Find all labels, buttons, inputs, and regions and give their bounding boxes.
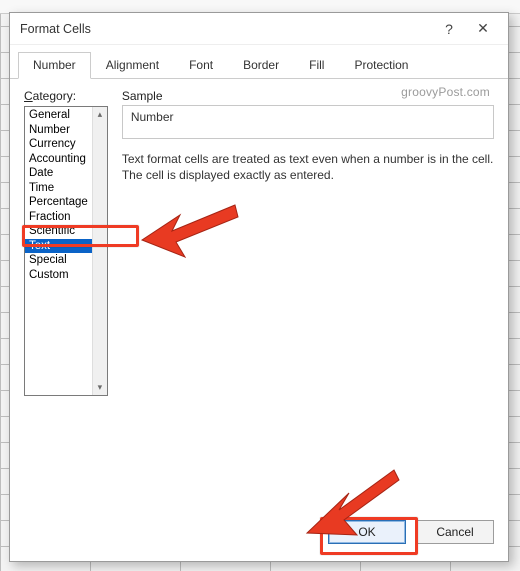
category-item[interactable]: Custom: [25, 268, 92, 283]
button-label: OK: [358, 525, 375, 539]
sample-value: Number: [131, 110, 174, 124]
tab-border[interactable]: Border: [228, 52, 294, 79]
tab-number[interactable]: Number: [18, 52, 91, 79]
sample-box: Number: [122, 105, 494, 139]
dialog-footer: OK Cancel: [10, 513, 508, 561]
scroll-up-icon: ▴: [98, 107, 103, 122]
button-label: Cancel: [436, 525, 473, 539]
dialog-body: Category: GeneralNumberCurrencyAccountin…: [10, 79, 508, 513]
category-item[interactable]: Accounting: [25, 152, 92, 167]
tab-label: Protection: [354, 58, 408, 72]
cancel-button[interactable]: Cancel: [416, 520, 494, 544]
category-column: Category: GeneralNumberCurrencyAccountin…: [24, 89, 108, 503]
ok-button[interactable]: OK: [328, 520, 406, 544]
category-item[interactable]: Text: [25, 239, 92, 254]
category-items: GeneralNumberCurrencyAccountingDateTimeP…: [25, 107, 92, 395]
format-cells-dialog: Format Cells ? ✕ Number Alignment Font B…: [9, 12, 509, 562]
tab-protection[interactable]: Protection: [339, 52, 423, 79]
category-label: Category:: [24, 89, 108, 103]
listbox-scrollbar[interactable]: ▴ ▾: [92, 107, 107, 395]
dialog-title: Format Cells: [20, 22, 91, 36]
close-icon: ✕: [477, 20, 489, 37]
close-button[interactable]: ✕: [466, 15, 500, 43]
tab-fill[interactable]: Fill: [294, 52, 339, 79]
tab-label: Alignment: [106, 58, 159, 72]
category-item[interactable]: Special: [25, 253, 92, 268]
format-description: Text format cells are treated as text ev…: [122, 151, 494, 183]
help-icon: ?: [445, 21, 453, 37]
category-item[interactable]: General: [25, 108, 92, 123]
category-item[interactable]: Currency: [25, 137, 92, 152]
tabs: Number Alignment Font Border Fill Protec…: [10, 45, 508, 79]
tab-font[interactable]: Font: [174, 52, 228, 79]
tab-label: Number: [33, 58, 76, 72]
help-button[interactable]: ?: [432, 15, 466, 43]
tab-label: Font: [189, 58, 213, 72]
scroll-down-icon: ▾: [98, 380, 103, 395]
tab-label: Border: [243, 58, 279, 72]
category-item[interactable]: Number: [25, 123, 92, 138]
tab-alignment[interactable]: Alignment: [91, 52, 174, 79]
category-listbox[interactable]: GeneralNumberCurrencyAccountingDateTimeP…: [24, 106, 108, 396]
category-item[interactable]: Scientific: [25, 224, 92, 239]
category-item[interactable]: Fraction: [25, 210, 92, 225]
category-item[interactable]: Time: [25, 181, 92, 196]
titlebar: Format Cells ? ✕: [10, 13, 508, 45]
tab-label: Fill: [309, 58, 324, 72]
category-item[interactable]: Percentage: [25, 195, 92, 210]
watermark: groovyPost.com: [401, 85, 490, 99]
detail-column: groovyPost.com Sample Number Text format…: [122, 89, 494, 503]
category-item[interactable]: Date: [25, 166, 92, 181]
